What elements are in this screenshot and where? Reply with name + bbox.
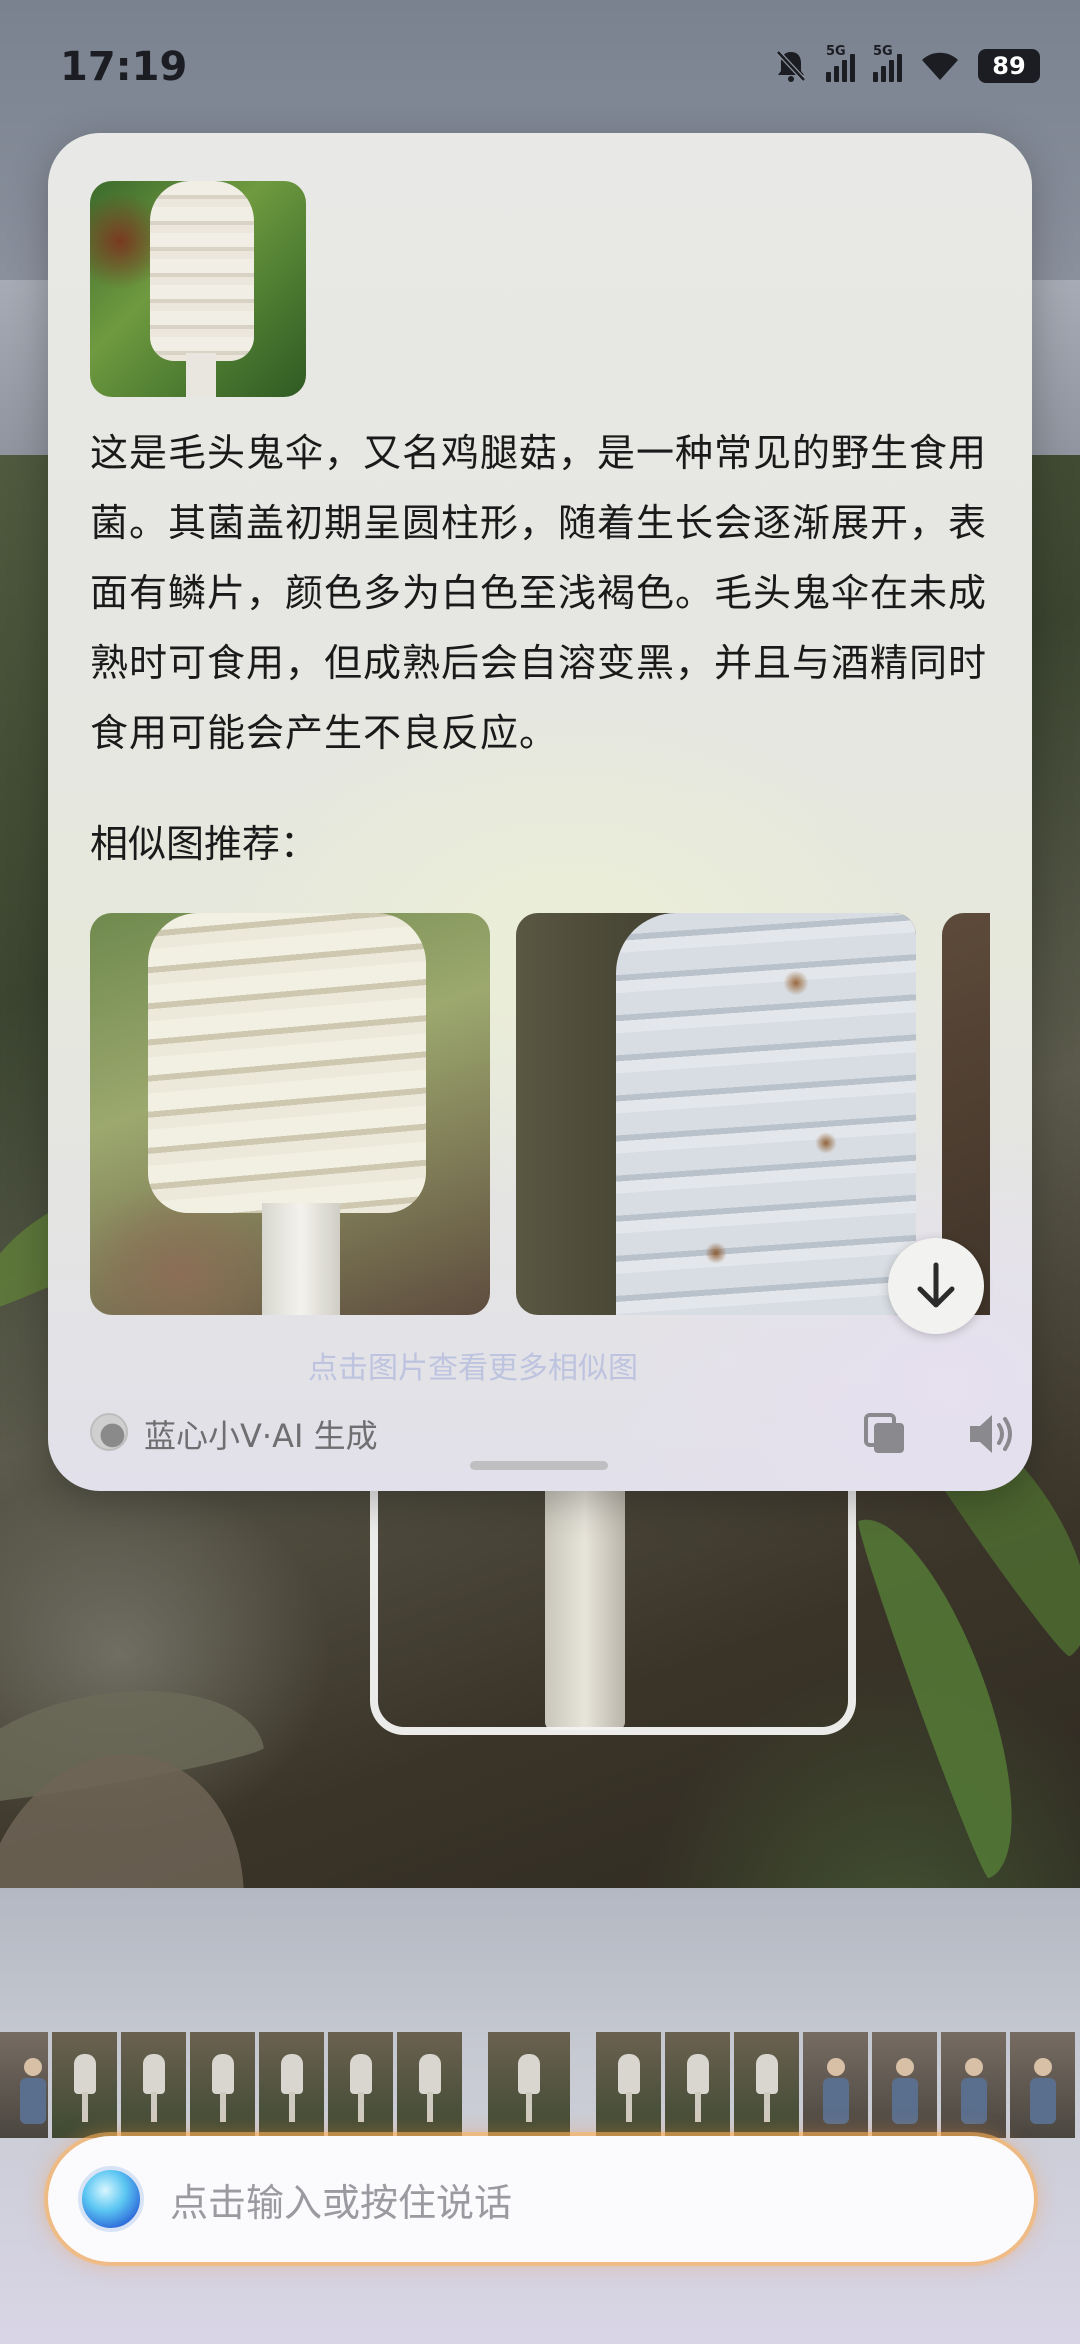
mushroom-stem (186, 353, 216, 397)
query-image[interactable] (90, 181, 306, 397)
thumbnail[interactable] (596, 2032, 661, 2138)
thumbnail-strip[interactable] (0, 2032, 1080, 2138)
thumbnail[interactable] (941, 2032, 1006, 2138)
thumbnail[interactable] (734, 2032, 799, 2138)
copy-icon[interactable] (862, 1411, 908, 1457)
mushroom-stem (262, 1203, 340, 1315)
thumbnail[interactable] (397, 2032, 462, 2138)
similar-images-label: 相似图推荐： (90, 822, 319, 866)
arrow-down-icon (917, 1262, 955, 1308)
mute-bell-icon (776, 50, 806, 82)
similar-image[interactable] (90, 913, 490, 1315)
ai-orb-icon[interactable] (78, 2166, 144, 2232)
status-icons: 5G 5G 89 (774, 44, 1040, 84)
thumbnail[interactable] (872, 2032, 937, 2138)
thumbnail[interactable] (665, 2032, 730, 2138)
signal-icon: 5G (873, 44, 902, 82)
thumbnail[interactable] (190, 2032, 255, 2138)
similar-images-row[interactable] (90, 913, 990, 1315)
thumbnail[interactable] (259, 2032, 324, 2138)
signal-icon: 5G (826, 44, 855, 82)
card-footer: 蓝心小V·AI 生成 (90, 1401, 1012, 1461)
status-time: 17:19 (60, 44, 188, 90)
thumbnail[interactable] (0, 2032, 48, 2138)
thumbnail[interactable] (1010, 2032, 1075, 2138)
speaker-icon[interactable] (966, 1409, 1018, 1459)
drag-handle[interactable] (470, 1461, 608, 1470)
ai-source-label: 蓝心小V·AI 生成 (144, 1417, 378, 1455)
thumbnail[interactable] (328, 2032, 393, 2138)
similar-image[interactable] (516, 913, 916, 1315)
faded-hint-text: 点击图片查看更多相似图 (308, 1351, 638, 1386)
ai-result-card[interactable]: 这是毛头鬼伞，又名鸡腿菇，是一种常见的野生食用菌。其菌盖初期呈圆柱形，随着生长会… (48, 133, 1032, 1491)
thumbnail[interactable] (52, 2032, 117, 2138)
thumbnail[interactable] (488, 2032, 570, 2138)
ai-source-icon (90, 1413, 128, 1451)
mushroom-cap (616, 913, 916, 1315)
thumbnail[interactable] (803, 2032, 868, 2138)
voice-input-bar[interactable]: 点击输入或按住说话 (48, 2136, 1034, 2262)
mushroom-cap (150, 181, 254, 361)
answer-text: 这是毛头鬼伞，又名鸡腿菇，是一种常见的野生食用菌。其菌盖初期呈圆柱形，随着生长会… (90, 431, 988, 755)
input-placeholder[interactable]: 点击输入或按住说话 (170, 2172, 512, 2227)
mushroom-cap (148, 913, 426, 1213)
thumbnail[interactable] (121, 2032, 186, 2138)
scroll-down-button[interactable] (888, 1238, 984, 1334)
status-bar: 17:19 5G 5G 89 (0, 0, 1080, 140)
wifi-icon (922, 52, 958, 80)
battery-icon: 89 (978, 49, 1040, 83)
